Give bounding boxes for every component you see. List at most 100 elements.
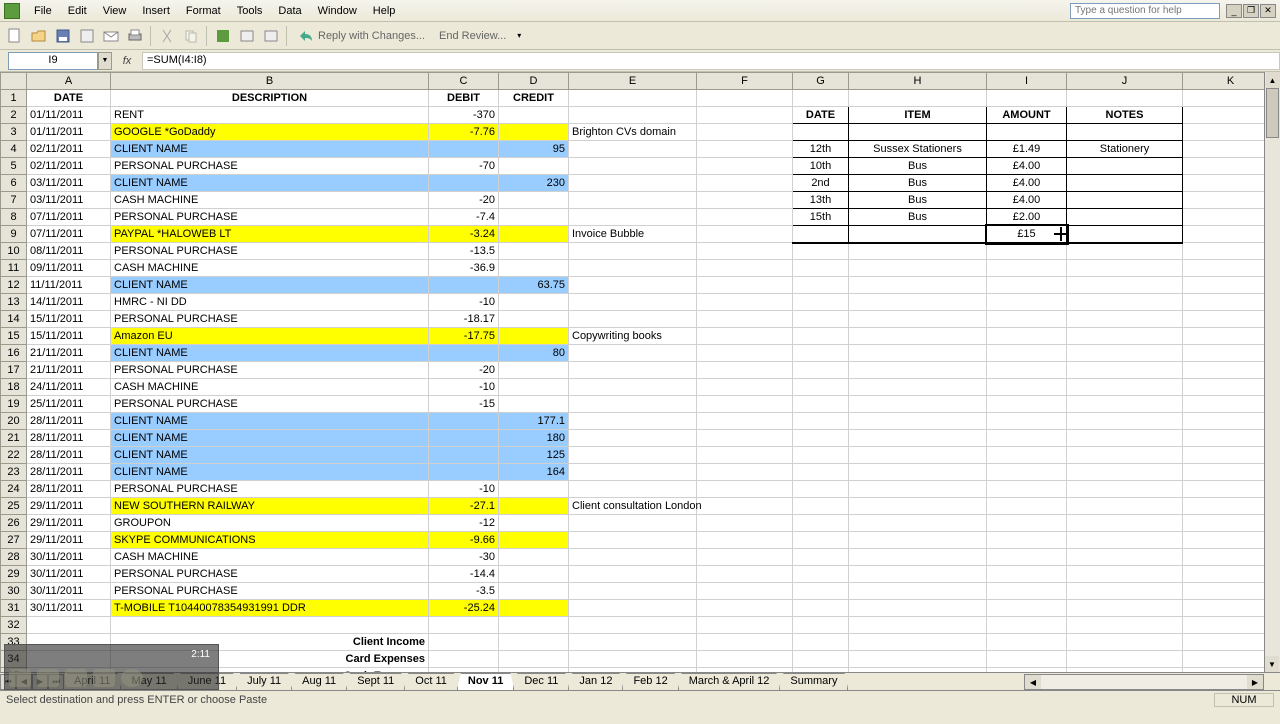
cell-D17[interactable] [499,362,569,379]
cell-D34[interactable] [499,651,569,668]
cell-C18[interactable]: -10 [429,379,499,396]
side-item-8[interactable]: Bus [849,209,987,226]
toolbar-options-icon[interactable]: ▾ [514,25,524,47]
cell-B14[interactable]: PERSONAL PURCHASE [111,311,429,328]
row-header-23[interactable]: 23 [1,464,27,481]
cell-A30[interactable]: 30/11/2011 [27,583,111,600]
cell-C16[interactable] [429,345,499,362]
side-item-4[interactable]: Sussex Stationers [849,141,987,158]
end-review-button[interactable]: End Review... [433,25,512,47]
sheet-tab-March-&-April-12[interactable]: March & April 12 [678,673,781,690]
name-box[interactable]: I9 [8,52,98,70]
menu-tools[interactable]: Tools [229,3,271,19]
row-header-34[interactable]: 34 [1,651,27,668]
cell-C34[interactable] [429,651,499,668]
cell-C20[interactable] [429,413,499,430]
cell-B32[interactable] [111,617,429,634]
side-notes-6[interactable] [1067,175,1183,192]
cell-B9[interactable]: PAYPAL *HALOWEB LT [111,226,429,243]
cell-B10[interactable]: PERSONAL PURCHASE [111,243,429,260]
cell-D9[interactable] [499,226,569,243]
cell-E15[interactable]: Copywriting books [569,328,697,345]
cell-C29[interactable]: -14.4 [429,566,499,583]
side-amount-7[interactable]: £4.00 [987,192,1067,209]
vertical-scrollbar[interactable]: ▲ ▼ [1264,72,1280,672]
cell-B27[interactable]: SKYPE COMMUNICATIONS [111,532,429,549]
cell-C19[interactable]: -15 [429,396,499,413]
cell-E2[interactable] [569,107,697,124]
save-icon[interactable] [52,25,74,47]
tab-prev-icon[interactable]: ◀ [16,674,32,690]
cell-C31[interactable]: -25.24 [429,600,499,617]
formula-input[interactable]: =SUM(I4:I8) [142,52,1280,70]
cell-D6[interactable]: 230 [499,175,569,192]
cell-D10[interactable] [499,243,569,260]
cell-E8[interactable] [569,209,697,226]
cell-C15[interactable]: -17.75 [429,328,499,345]
new-icon[interactable] [4,25,26,47]
cell-B30[interactable]: PERSONAL PURCHASE [111,583,429,600]
side-item-7[interactable]: Bus [849,192,987,209]
row-header-1[interactable]: 1 [1,90,27,107]
cell-B22[interactable]: CLIENT NAME [111,447,429,464]
cell-B16[interactable]: CLIENT NAME [111,345,429,362]
tab-last-icon[interactable]: ⏭ [48,674,64,690]
sheet-tab-July-11[interactable]: July 11 [236,673,292,690]
cell-B6[interactable]: CLIENT NAME [111,175,429,192]
cell-A16[interactable]: 21/11/2011 [27,345,111,362]
cell-D18[interactable] [499,379,569,396]
col-header-G[interactable]: G [793,73,849,90]
cell-A15[interactable]: 15/11/2011 [27,328,111,345]
cell-C26[interactable]: -12 [429,515,499,532]
cell-B20[interactable]: CLIENT NAME [111,413,429,430]
cell-D8[interactable] [499,209,569,226]
cell-B28[interactable]: CASH MACHINE [111,549,429,566]
cell-C28[interactable]: -30 [429,549,499,566]
row-header-28[interactable]: 28 [1,549,27,566]
row-header-29[interactable]: 29 [1,566,27,583]
row-header-26[interactable]: 26 [1,515,27,532]
sheet-tab-Dec-11[interactable]: Dec 11 [513,673,569,690]
cell-C21[interactable] [429,430,499,447]
cell-E11[interactable] [569,260,697,277]
cell-C7[interactable]: -20 [429,192,499,209]
cell-E23[interactable] [569,464,697,481]
cell-A8[interactable]: 07/11/2011 [27,209,111,226]
spreadsheet-grid[interactable]: ABCDEFGHIJKL1DATEDESCRIPTIONDEBITCREDIT2… [0,72,1280,708]
tab-first-icon[interactable]: ⏮ [0,674,16,690]
menu-edit[interactable]: Edit [60,3,95,19]
side-amount-5[interactable]: £4.00 [987,158,1067,175]
row-header-4[interactable]: 4 [1,141,27,158]
menu-data[interactable]: Data [270,3,309,19]
cell-E6[interactable] [569,175,697,192]
sheet-tab-June-11[interactable]: June 11 [177,673,237,690]
cell-B23[interactable]: CLIENT NAME [111,464,429,481]
cell-B18[interactable]: CASH MACHINE [111,379,429,396]
cell-B33[interactable]: Client Income [111,634,429,651]
side-item-5[interactable]: Bus [849,158,987,175]
excel-icon[interactable] [212,25,234,47]
side-date-6[interactable]: 2nd [793,175,849,192]
cell-E31[interactable] [569,600,697,617]
cell-C5[interactable]: -70 [429,158,499,175]
cell-D21[interactable]: 180 [499,430,569,447]
cell-D14[interactable] [499,311,569,328]
cell-D3[interactable] [499,124,569,141]
cell-E17[interactable] [569,362,697,379]
row-header-7[interactable]: 7 [1,192,27,209]
cell-A23[interactable]: 28/11/2011 [27,464,111,481]
side-item-6[interactable]: Bus [849,175,987,192]
cell-C4[interactable] [429,141,499,158]
cut-icon[interactable] [156,25,178,47]
cell-E16[interactable] [569,345,697,362]
sheet-tab-Oct-11[interactable]: Oct 11 [404,673,458,690]
row-header-5[interactable]: 5 [1,158,27,175]
cell-I9-active[interactable]: £15 [987,226,1067,243]
row-header-25[interactable]: 25 [1,498,27,515]
cell-C11[interactable]: -36.9 [429,260,499,277]
cell-D33[interactable] [499,634,569,651]
cell-D20[interactable]: 177.1 [499,413,569,430]
cell-A1[interactable]: DATE [27,90,111,107]
menu-file[interactable]: File [26,3,60,19]
col-header-F[interactable]: F [697,73,793,90]
